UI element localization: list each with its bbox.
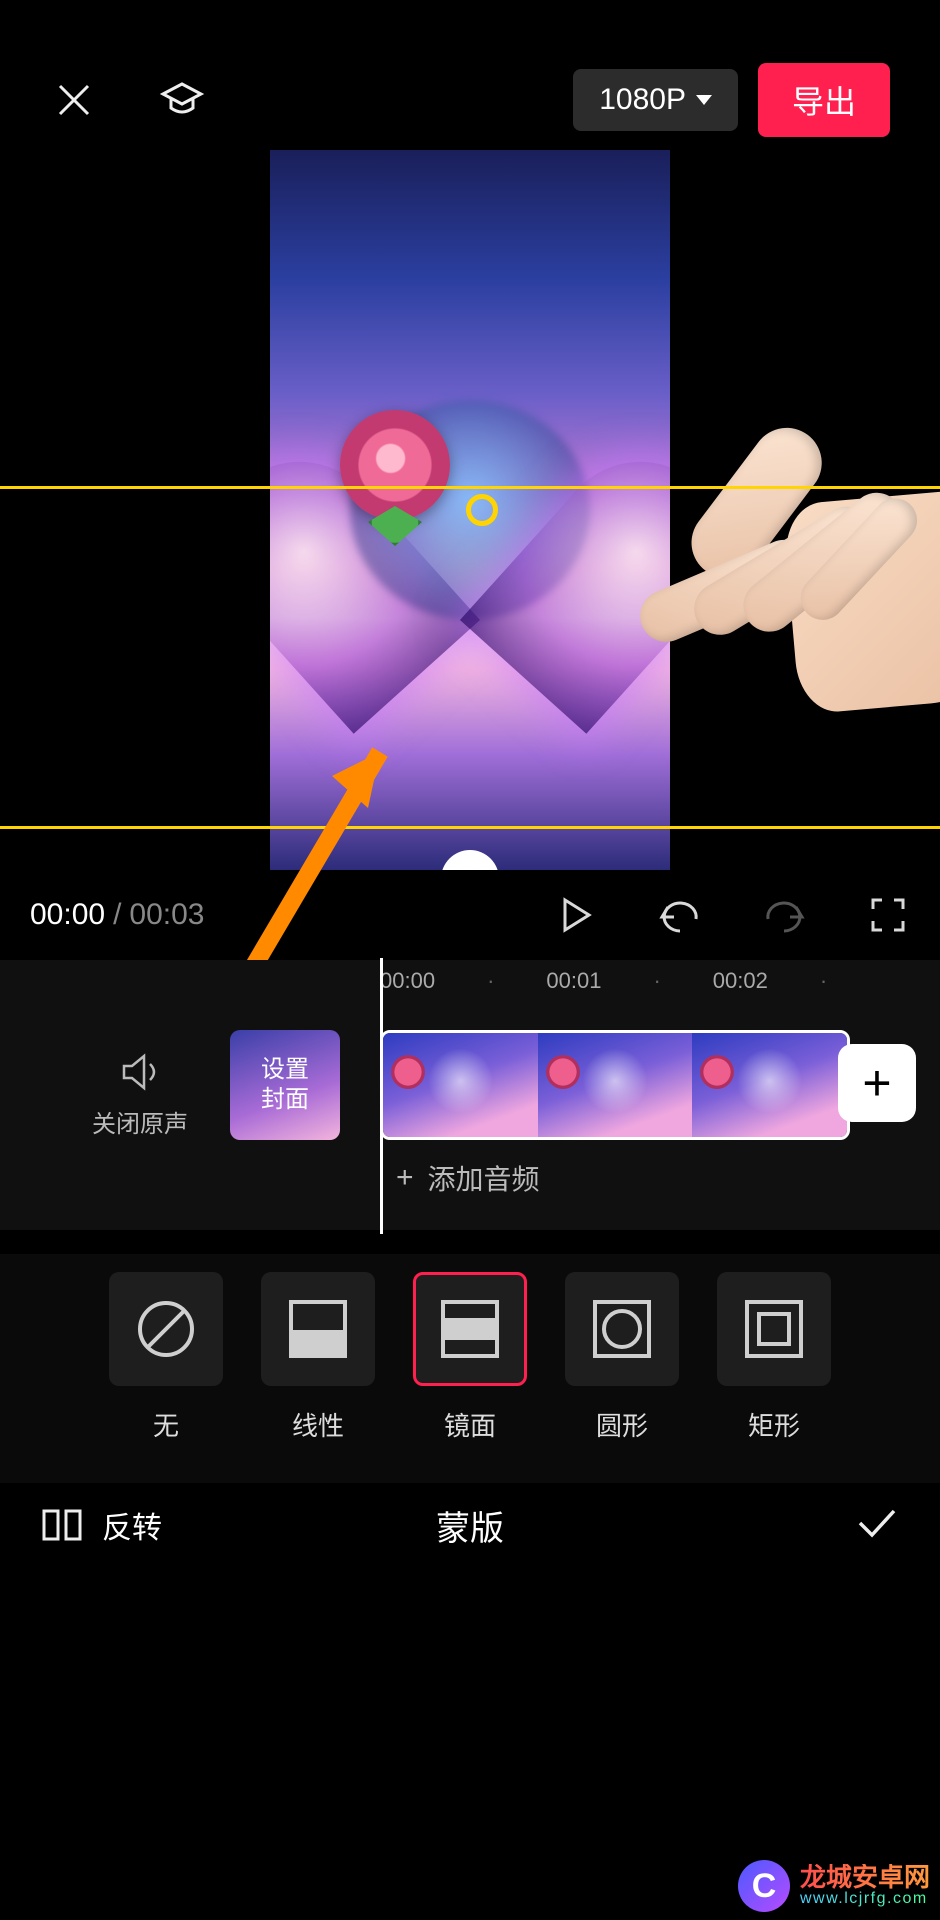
preview-area — [0, 150, 940, 870]
panel-title: 蒙版 — [436, 1501, 504, 1550]
mask-label: 圆形 — [596, 1406, 648, 1443]
clip-frame — [538, 1033, 693, 1137]
close-button[interactable] — [50, 76, 98, 124]
linear-mask-icon — [283, 1294, 353, 1364]
mask-label: 无 — [153, 1406, 179, 1443]
close-icon — [54, 80, 94, 120]
watermark-brand: 龙城安卓网 — [800, 1864, 930, 1891]
set-cover-thumb[interactable]: 设置 封面 — [230, 1030, 340, 1140]
clip-frame — [692, 1033, 847, 1137]
topbar: 1080P 导出 — [0, 60, 940, 140]
timeline-ruler: 00:00 · 00:01 · 00:02 · — [380, 968, 900, 994]
panel-footer: 反转 蒙版 — [0, 1480, 940, 1570]
topbar-left — [50, 76, 206, 124]
transport-bar: 00:00/00:03 — [0, 880, 940, 950]
add-clip-button[interactable]: + — [838, 1044, 916, 1122]
mute-label: 关闭原声 — [92, 1104, 188, 1139]
fullscreen-button[interactable] — [866, 893, 910, 937]
timeline: 00:00 · 00:01 · 00:02 · 关闭原声 设置 封面 + + 添… — [0, 960, 940, 1230]
ruler-tick: 00:00 — [380, 968, 435, 994]
current-time: 00:00 — [30, 898, 105, 931]
mask-guideline-bottom[interactable] — [0, 826, 940, 829]
check-icon — [854, 1505, 900, 1541]
fullscreen-icon — [869, 896, 907, 934]
graduation-cap-icon — [159, 80, 205, 120]
mask-option-circle[interactable]: 圆形 — [565, 1272, 679, 1443]
undo-icon — [658, 897, 702, 933]
mask-label: 矩形 — [748, 1406, 800, 1443]
watermark: C 龙城安卓网 www.lcjrfg.com — [738, 1860, 930, 1912]
mask-items: 无 线性 镜面 圆形 矩形 — [30, 1272, 910, 1443]
mask-guideline-top[interactable] — [0, 486, 940, 489]
preview-canvas[interactable] — [270, 150, 670, 870]
mask-option-rect[interactable]: 矩形 — [717, 1272, 831, 1443]
resolution-selector[interactable]: 1080P — [573, 69, 738, 131]
time-display: 00:00/00:03 — [30, 898, 205, 932]
watermark-url: www.lcjrfg.com — [800, 1891, 930, 1908]
invert-icon — [40, 1505, 84, 1545]
double-chevron-down-icon — [456, 865, 484, 870]
mirror-mask-icon — [435, 1294, 505, 1364]
confirm-button[interactable] — [854, 1505, 900, 1546]
undo-button[interactable] — [658, 893, 702, 937]
mute-original-audio[interactable]: 关闭原声 — [70, 1052, 210, 1139]
mask-label: 线性 — [292, 1406, 344, 1443]
export-label: 导出 — [792, 84, 856, 120]
chevron-down-icon — [696, 95, 712, 105]
transport-controls — [554, 893, 910, 937]
ruler-tick: 00:01 — [546, 968, 601, 994]
invert-label: 反转 — [102, 1503, 162, 1547]
ruler-dot: · — [487, 968, 494, 994]
none-icon — [135, 1298, 197, 1360]
watermark-badge: C — [738, 1860, 790, 1912]
redo-icon — [762, 897, 806, 933]
play-button[interactable] — [554, 893, 598, 937]
mask-options-row: 无 线性 镜面 圆形 矩形 — [0, 1254, 940, 1483]
mask-option-none[interactable]: 无 — [109, 1272, 223, 1443]
export-button[interactable]: 导出 — [758, 63, 890, 137]
ruler-tick: 00:02 — [713, 968, 768, 994]
add-audio-label: 添加音频 — [428, 1158, 540, 1198]
resolution-label: 1080P — [599, 83, 686, 117]
rose-graphic — [340, 410, 450, 520]
clip-frame — [383, 1033, 538, 1137]
tutorial-button[interactable] — [158, 76, 206, 124]
play-icon — [559, 896, 593, 934]
clip-strip[interactable] — [380, 1030, 850, 1140]
circle-mask-icon — [587, 1294, 657, 1364]
ruler-dot: · — [653, 968, 660, 994]
plus-icon: + — [862, 1054, 891, 1112]
topbar-right: 1080P 导出 — [573, 63, 890, 137]
mask-option-mirror[interactable]: 镜面 — [413, 1272, 527, 1443]
watermark-badge-letter: C — [752, 1867, 777, 1906]
mask-option-linear[interactable]: 线性 — [261, 1272, 375, 1443]
plus-icon: + — [396, 1161, 414, 1195]
touch-indicator-ring — [466, 494, 498, 526]
add-audio-button[interactable]: + 添加音频 — [396, 1158, 540, 1198]
set-cover-label: 设置 封面 — [261, 1055, 309, 1115]
invert-button[interactable]: 反转 — [40, 1503, 162, 1547]
ruler-dot: · — [820, 968, 827, 994]
duration: 00:03 — [129, 898, 204, 931]
mask-anchor-button[interactable] — [441, 850, 499, 870]
rect-mask-icon — [739, 1294, 809, 1364]
mask-label: 镜面 — [444, 1406, 496, 1443]
redo-button[interactable] — [762, 893, 806, 937]
playhead[interactable] — [380, 958, 383, 1234]
speaker-icon — [118, 1052, 162, 1092]
